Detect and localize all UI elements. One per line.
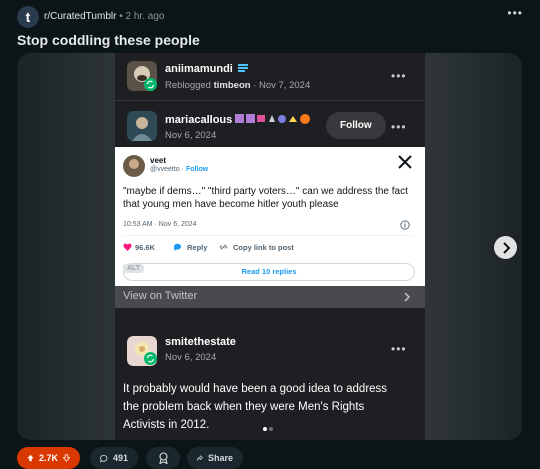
reblog-more-button[interactable]: •••	[391, 69, 407, 83]
comment-count: 491	[112, 453, 128, 463]
op-date: Nov 6, 2024	[165, 130, 217, 141]
x-logo-icon[interactable]	[398, 155, 412, 169]
subreddit-meta: r/CuratedTumblr • 2 hr. ago	[44, 11, 164, 22]
reblog-username[interactable]: aniimamundi	[165, 63, 233, 75]
share-label: Share	[207, 453, 233, 463]
link-icon[interactable]	[219, 243, 228, 251]
share-icon	[197, 455, 203, 461]
gallery-image: aniimamundi Reblogged timbeon · Nov 7, 2…	[115, 53, 425, 440]
heart-icon[interactable]	[123, 243, 132, 251]
reblog-meta: Reblogged timbeon · Nov 7, 2024	[165, 80, 310, 91]
gallery-page-indicator	[262, 418, 274, 436]
tweet-author-name[interactable]: veet	[150, 156, 166, 165]
subreddit-avatar-icon[interactable]: t	[17, 6, 39, 28]
gallery-next-button[interactable]	[494, 236, 517, 259]
chevron-right-icon-nav	[502, 241, 510, 254]
upvote-icon[interactable]	[27, 453, 34, 463]
downvote-icon[interactable]	[63, 453, 70, 463]
reblog-date: Nov 7, 2024	[259, 80, 311, 91]
view-on-twitter-bar[interactable]: View on Twitter	[115, 286, 425, 308]
gallery-blur-left	[17, 53, 127, 440]
post-age: 2 hr. ago	[125, 11, 165, 22]
reblog-prefix: Reblogged	[165, 80, 211, 91]
read-replies-button[interactable]: Read 10 replies	[123, 263, 415, 281]
info-icon[interactable]	[400, 220, 410, 230]
tweet-text: "maybe if dems…" "third party voters…" c…	[123, 186, 408, 210]
tweet-author-avatar	[123, 155, 145, 177]
post-title[interactable]: Stop coddling these people	[17, 32, 200, 48]
reblogged-from-user[interactable]: timbeon	[214, 80, 251, 91]
chevron-right-icon	[404, 292, 411, 302]
comments-button[interactable]: 491	[90, 447, 138, 469]
op-more-button[interactable]: •••	[391, 120, 407, 134]
share-button[interactable]: Share	[187, 447, 243, 469]
page-dot[interactable]	[269, 427, 273, 431]
meta-separator: •	[119, 11, 123, 22]
tweet-handle-line: @vveetto · Follow	[150, 166, 208, 173]
reblog-dot: ·	[253, 80, 257, 91]
alt-badge[interactable]: ALT	[123, 264, 145, 273]
reply-button[interactable]: Reply	[187, 243, 207, 252]
post-more-options-button[interactable]: •••	[507, 6, 523, 20]
mariacallous-avatar	[127, 111, 157, 141]
tweet-embed[interactable]: veet @vveetto · Follow "maybe if dems…" …	[115, 147, 425, 286]
subreddit-name[interactable]: r/CuratedTumblr	[44, 11, 116, 22]
vote-pill: 2.7K	[17, 447, 80, 469]
tweet-follow-link[interactable]: Follow	[186, 166, 208, 173]
award-button[interactable]	[146, 447, 180, 469]
vote-count: 2.7K	[38, 453, 58, 463]
view-on-twitter-label: View on Twitter	[123, 290, 198, 302]
reply-more-button[interactable]: •••	[391, 342, 407, 356]
divider	[115, 100, 425, 101]
like-count[interactable]: 96.6K	[135, 243, 155, 252]
reply-date: Nov 6, 2024	[165, 352, 217, 363]
award-icon	[158, 452, 168, 464]
verified-badge-icon	[238, 64, 248, 72]
reply-username[interactable]: smitethestate	[165, 336, 236, 348]
reblog-badge-icon	[144, 78, 157, 91]
page-dot-active[interactable]	[263, 427, 267, 431]
op-username[interactable]: mariacallous	[165, 114, 232, 126]
reblog-badge-icon-2	[144, 352, 157, 365]
reply-icon[interactable]	[173, 243, 182, 251]
copy-link-button[interactable]: Copy link to post	[233, 243, 294, 252]
badges-icon	[235, 114, 310, 124]
tweet-timestamp[interactable]: 10:53 AM · Nov 6, 2024	[123, 221, 197, 228]
comment-icon	[100, 454, 108, 463]
follow-button[interactable]: Follow	[326, 112, 386, 139]
tweet-handle[interactable]: @vveetto	[150, 166, 180, 173]
tweet-divider	[123, 235, 413, 236]
image-gallery[interactable]: aniimamundi Reblogged timbeon · Nov 7, 2…	[17, 53, 522, 440]
tweet-handle-dot: ·	[181, 166, 184, 173]
